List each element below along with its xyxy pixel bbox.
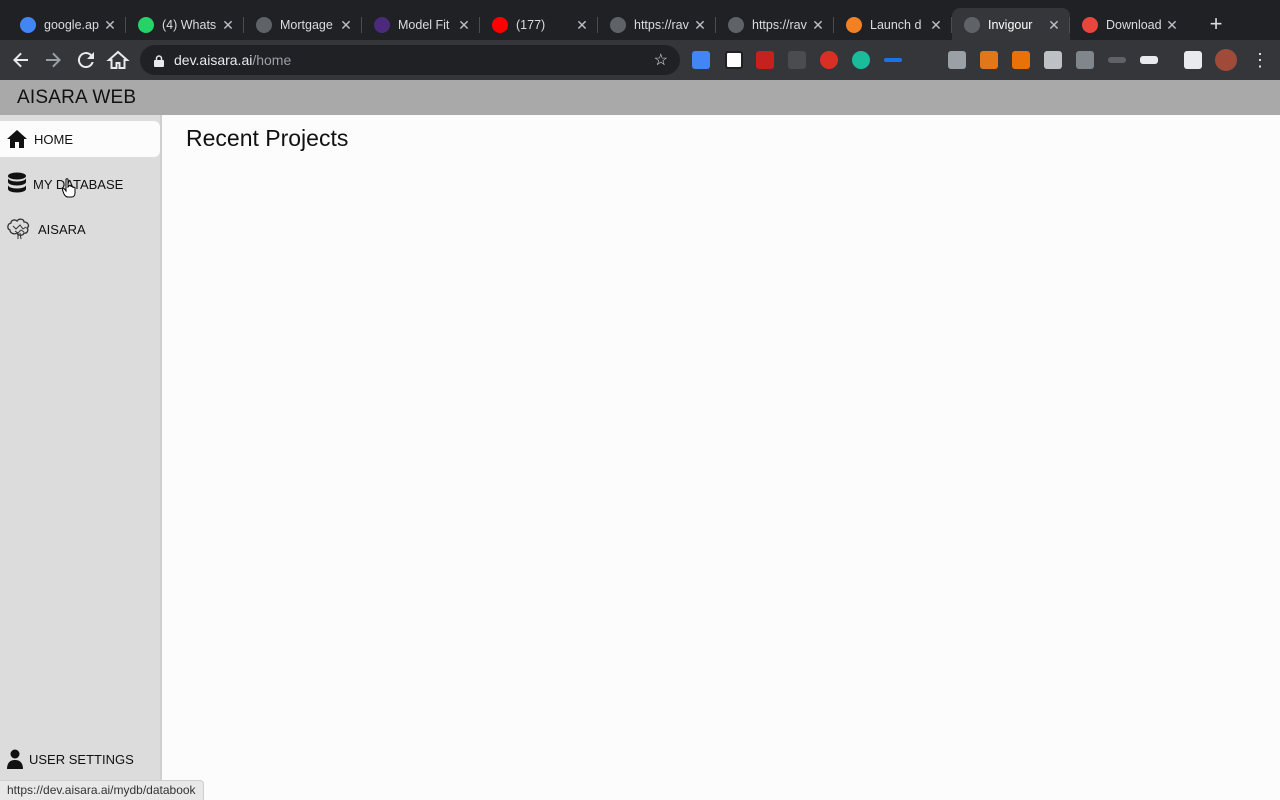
tab-close-icon[interactable]: ✕ [456,17,472,34]
arrow-left-icon [13,52,28,68]
arrow-extension-icon[interactable] [1140,56,1158,64]
tab-title: (4) Whats [162,18,217,32]
tab-close-icon[interactable]: ✕ [574,17,590,34]
tab-title: Model Fit [398,18,450,32]
user-icon [6,748,24,770]
sidebar-item-home[interactable]: HOME [0,121,160,157]
browser-tab[interactable]: Model Fit ✕ [362,8,480,42]
tab-close-icon[interactable]: ✕ [220,17,236,34]
house-icon [6,128,28,150]
tab-list: google.ap ✕ (4) Whats ✕ Mortgage ✕ Model Fit ✕(… [8,8,1188,42]
tab-title: Mortgage [280,18,333,32]
globe-icon [610,17,626,33]
tv-extension-icon[interactable] [1012,51,1030,69]
tab-title: google.ap [44,18,99,32]
image-extension-icon[interactable] [1076,51,1094,69]
browser-tab[interactable]: Download ✕ [1070,8,1188,42]
tab-close-icon[interactable]: ✕ [810,17,826,34]
css-extension-icon[interactable] [788,51,806,69]
v-extension-icon[interactable] [1044,51,1062,69]
app-title: AISARA WEB [17,87,137,108]
hand-pointer-cursor-icon [62,178,76,198]
reload-button[interactable] [74,48,98,72]
google-translate-icon[interactable] [692,51,710,69]
sidebar-item-label: AISARA [38,221,86,237]
forward-button[interactable] [41,48,65,72]
tab-close-icon[interactable]: ✕ [928,17,944,34]
browser-toolbar: dev.aisara.ai/home ☆ ⋮ [0,40,1280,80]
tab-title: https://rav [752,18,807,32]
address-bar[interactable]: dev.aisara.ai/home ☆ [140,45,680,75]
database-icon [6,172,28,195]
media-queue-icon[interactable] [1184,51,1202,69]
sidebar: HOME MY DATABASE AISARA USER SETTINGS [0,115,162,800]
app-header: AISARA WEB [0,80,1280,115]
tab-title: https://rav [634,18,689,32]
sidebar-item-user-settings[interactable]: USER SETTINGS [0,741,160,777]
browser-tab[interactable]: https://rav ✕ [716,8,834,42]
download-site-icon [1082,17,1098,33]
m-extension-icon[interactable] [852,51,870,69]
tag-extension-icon[interactable] [1108,57,1126,63]
profile-avatar[interactable] [1215,49,1237,71]
globe-icon [728,17,744,33]
browser-tab[interactable]: google.ap ✕ [8,8,126,42]
tab-title: Invigour [988,18,1033,32]
sidebar-item-label: MY DATABASE [33,176,124,192]
kebab-menu-icon: ⋮ [1251,50,1269,70]
reload-icon [77,52,94,69]
brain-icon [6,218,32,240]
house-icon [106,50,130,69]
browser-tab[interactable]: Launch d ✕ [834,8,952,42]
sidebar-item-label: USER SETTINGS [29,751,134,767]
browser-tab[interactable]: Mortgage ✕ [244,8,362,42]
browser-tab[interactable]: (177) ✕ [480,8,598,42]
youtube-icon [492,17,508,33]
back-button[interactable] [9,48,33,72]
url-host: dev.aisara.ai [174,52,253,68]
hand-stop-icon[interactable] [820,51,838,69]
tab-close-icon[interactable]: ✕ [338,17,354,34]
google-cloud-icon [20,17,36,33]
sidebar-item-label: HOME [34,131,73,147]
browser-tab[interactable]: (4) Whats ✕ [126,8,244,42]
tab-close-icon[interactable]: ✕ [1046,17,1062,34]
bookmark-star-icon[interactable]: ☆ [654,50,668,70]
metamask-fox-icon[interactable] [980,51,998,69]
tab-title: (177) [516,18,546,32]
home-button[interactable] [106,48,130,72]
link-status-bar: https://dev.aisara.ai/mydb/databook [0,780,204,800]
browser-menu-button[interactable]: ⋮ [1248,48,1272,72]
tab-close-icon[interactable]: ✕ [1164,17,1180,34]
page-title: Recent Projects [186,125,349,151]
lock-icon [154,54,164,67]
tab-title: Launch d [870,18,922,32]
arrow-right-icon [46,52,61,68]
tab-close-icon[interactable]: ✕ [692,17,708,34]
extension-badge-icon[interactable] [725,51,743,69]
w-icon [374,17,390,33]
whatsapp-icon [138,17,154,33]
sidebar-item-aisara[interactable]: AISARA [0,211,160,247]
url-path: /home [252,52,292,68]
new-tab-button[interactable]: + [1204,12,1228,36]
globe-icon [256,17,272,33]
pdf-extension-icon[interactable] [756,51,774,69]
sidebar-item-my-database[interactable]: MY DATABASE [0,166,160,202]
globe-icon [964,17,980,33]
browser-tab[interactable]: Invigour ✕ [952,8,1070,42]
dash-extension-icon[interactable] [884,58,902,62]
stackoverflow-icon [846,17,862,33]
tab-title: Download [1106,18,1162,32]
tab-close-icon[interactable]: ✕ [102,17,118,34]
drive-icon[interactable] [948,51,966,69]
browser-tab[interactable]: https://rav ✕ [598,8,716,42]
main-content: Recent Projects [164,115,1280,800]
